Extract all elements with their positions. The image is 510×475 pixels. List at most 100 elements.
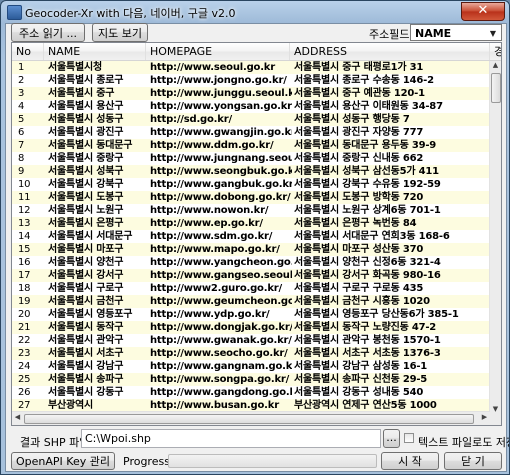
map-view-button[interactable]: 지도 보기 [92,23,148,42]
client-area: 주소 읽기 ... 지도 보기 주소필드 NAME ▼ No NAME HOME… [5,23,509,474]
horizontal-scroll-thumb[interactable] [24,414,474,424]
address-table[interactable]: No NAME HOMEPAGE ADDRESS 경 1 서울특별시청 http:/… [11,42,502,426]
cell-name: 서울특별시 강남구 [48,361,124,372]
cell-address: 서울특별시 중구 태평로1가 31 [294,62,424,73]
cell-address: 서울특별시 은평구 녹번동 84 [294,218,417,229]
read-address-button[interactable]: 주소 읽기 ... [11,23,85,42]
window-close-button[interactable]: ✕ [461,2,505,21]
scroll-left-icon[interactable]: ◀ [12,413,23,421]
cell-address: 서울특별시 양천구 신정6동 321-4 [294,257,441,268]
output-path-field[interactable]: C:\Wpoi.shp [81,429,381,448]
table-row[interactable]: 25 서울특별시 송파구 http://www.songpa.go.kr/서울특별시… [12,373,490,386]
cell-homepage: http://www.yongsan.go.kr/ [150,101,292,112]
address-field-value: NAME [415,27,452,40]
browse-button[interactable]: ... [383,429,400,448]
cell-address: 서울특별시 강동구 성내동 540 [294,387,424,398]
table-row[interactable]: 3 서울특별시 중구 http://www.junggu.seoul.kr/서울특별… [12,87,490,100]
cell-name: 서울특별시 중구 [48,88,115,99]
cell-name: 서울특별시 용산구 [48,101,124,112]
table-row[interactable]: 15 서울특별시 마포구 http://www.mapo.go.kr/서울특별시 마… [12,243,490,256]
cell-homepage: http://www.geumcheon.go.kr/ [150,296,292,307]
table-row[interactable]: 26 서울특별시 강동구 http://www.gangdong.go.kr/서울특… [12,386,490,399]
table-row[interactable]: 23 서울특별시 서초구 http://www.seocho.go.kr/서울특별시… [12,347,490,360]
cell-address: 서울특별시 강남구 삼성동 16-1 [294,361,428,372]
cell-name: 부산광역시 [48,400,93,411]
table-row[interactable]: 14 서울특별시 서대문구 http://www.sdm.go.kr/서울특별시 서… [12,230,490,243]
address-field-label: 주소필드 [369,28,410,41]
table-row[interactable]: 19 서울특별시 금천구 http://www.geumcheon.go.kr/서울… [12,295,490,308]
table-row[interactable]: 2 서울특별시 종로구 http://www.jongno.go.kr/서울특별시 … [12,74,490,87]
column-header-extra[interactable]: 경 [490,43,501,60]
table-row[interactable]: 12 서울특별시 노원구 http://www.nowon.kr/서울특별시 노원구… [12,204,490,217]
table-row[interactable]: 4 서울특별시 용산구 http://www.yongsan.go.kr/서울특별시… [12,100,490,113]
table-row[interactable]: 20 서울특별시 영등포구 http://www.ydp.go.kr/서울특별시 영… [12,308,490,321]
cell-no: 26 [18,387,31,398]
cell-homepage: http://www.ydp.go.kr/ [150,309,270,320]
cell-name: 서울특별시 구로구 [48,283,124,294]
address-field-select[interactable]: NAME ▼ [410,24,502,41]
cell-no: 10 [18,179,31,190]
cell-homepage: http://www.seongbuk.go.kr/ [150,166,292,177]
table-row[interactable]: 13 서울특별시 은평구 http://www.ep.go.kr/서울특별시 은평구… [12,217,490,230]
title-bar[interactable]: Geocoder-Xr with 다음, 네이버, 구글 v2.0 ✕ [1,1,509,23]
cell-address: 서울특별시 서초구 서초동 1376-3 [294,348,441,359]
cell-no: 17 [18,270,31,281]
cell-address: 부산광역시 연제구 연산5동 1000 [294,400,437,411]
cell-homepage: http://www.jongno.go.kr/ [150,75,287,86]
cell-homepage: http://www.mapo.go.kr/ [150,244,280,255]
cell-name: 서울특별시 송파구 [48,374,124,385]
cell-no: 21 [18,322,31,333]
cell-no: 16 [18,257,31,268]
table-row[interactable]: 7 서울특별시 동대문구 http://www.ddm.go.kr/서울특별시 동대… [12,139,490,152]
table-row[interactable]: 18 서울특별시 구로구 http://www2.guro.go.kr/서울특별시 … [12,282,490,295]
cell-homepage: http://www.songpa.go.kr/ [150,374,290,385]
column-header-no[interactable]: No [12,43,44,60]
table-row[interactable]: 22 서울특별시 관악구 http://www.gwanak.go.kr/서울특별시… [12,334,490,347]
table-row[interactable]: 11 서울특별시 도봉구 http://www.dobong.go.kr/서울특별시… [12,191,490,204]
cell-address: 서울특별시 금천구 시흥동 1020 [294,296,430,307]
table-row[interactable]: 9 서울특별시 성북구 http://www.seongbuk.go.kr/서울특별… [12,165,490,178]
column-header-address[interactable]: ADDRESS [290,43,490,60]
cell-name: 서울특별시청 [48,62,102,73]
cell-no: 3 [18,88,25,99]
text-file-checkbox[interactable] [404,433,414,443]
table-row[interactable]: 21 서울특별시 동작구 http://www.dongjak.go.kr/서울특별… [12,321,490,334]
scroll-up-icon[interactable]: ▲ [490,61,501,69]
table-row[interactable]: 8 서울특별시 중랑구 http://www.jungnang.seoul.kr/서… [12,152,490,165]
vertical-scroll-thumb[interactable] [491,73,501,103]
cell-address: 서울특별시 동대문구 용두동 39-9 [294,140,437,151]
cell-no: 24 [18,361,31,372]
table-row[interactable]: 6 서울특별시 광진구 http://www.gwangjin.go.kr/서울특별… [12,126,490,139]
table-row[interactable]: 27 부산광역시 http://www.busan.go.kr 부산광역시 연제구 연… [12,399,490,411]
cell-address: 서울특별시 송파구 신천동 29-5 [294,374,428,385]
column-header-homepage[interactable]: HOMEPAGE [146,43,290,60]
cell-no: 2 [18,75,25,86]
close-button[interactable]: 닫 기 [444,452,502,470]
cell-homepage: http://www.dobong.go.kr/ [150,192,291,203]
cell-name: 서울특별시 성동구 [48,114,124,125]
cell-homepage: http://www.ep.go.kr/ [150,218,263,229]
vertical-scrollbar[interactable]: ▲ ▼ [489,61,501,413]
cell-address: 서울특별시 종로구 수송동 146-2 [294,75,434,86]
table-row[interactable]: 16 서울특별시 양천구 http://www.yangcheon.go.kr/서울… [12,256,490,269]
cell-address: 서울특별시 도봉구 방학동 720 [294,192,424,203]
scroll-right-icon[interactable]: ▶ [479,413,490,421]
column-header-name[interactable]: NAME [44,43,146,60]
horizontal-scrollbar[interactable]: ◀ ▶ [12,411,490,425]
cell-homepage: http://www.gangdong.go.kr/ [150,387,292,398]
cell-no: 12 [18,205,31,216]
cell-homepage: http://www.gangbuk.go.kr/ [150,179,292,190]
table-row[interactable]: 1 서울특별시청 http://www.seoul.go.kr 서울특별시 중구 태평… [12,61,490,74]
start-button[interactable]: 시 작 [381,452,439,470]
table-row[interactable]: 5 서울특별시 성동구 http://sd.go.kr/서울특별시 성동구 행당동 … [12,113,490,126]
cell-address: 서울특별시 용산구 이태원동 34-87 [294,101,443,112]
table-row[interactable]: 24 서울특별시 강남구 http://www.gangnam.go.kr/서울특별… [12,360,490,373]
table-row[interactable]: 10 서울특별시 강북구 http://www.gangbuk.go.kr/서울특별… [12,178,490,191]
cell-address: 서울특별시 중구 예관동 120-1 [294,88,425,99]
cell-name: 서울특별시 은평구 [48,218,124,229]
openapi-key-button[interactable]: OpenAPI Key 관리 ... [11,452,115,474]
cell-no: 20 [18,309,31,320]
window-title: Geocoder-Xr with 다음, 네이버, 구글 v2.0 [25,7,236,20]
cell-no: 22 [18,335,31,346]
table-row[interactable]: 17 서울특별시 강서구 http://www.gangseo.seoul.kr/서… [12,269,490,282]
